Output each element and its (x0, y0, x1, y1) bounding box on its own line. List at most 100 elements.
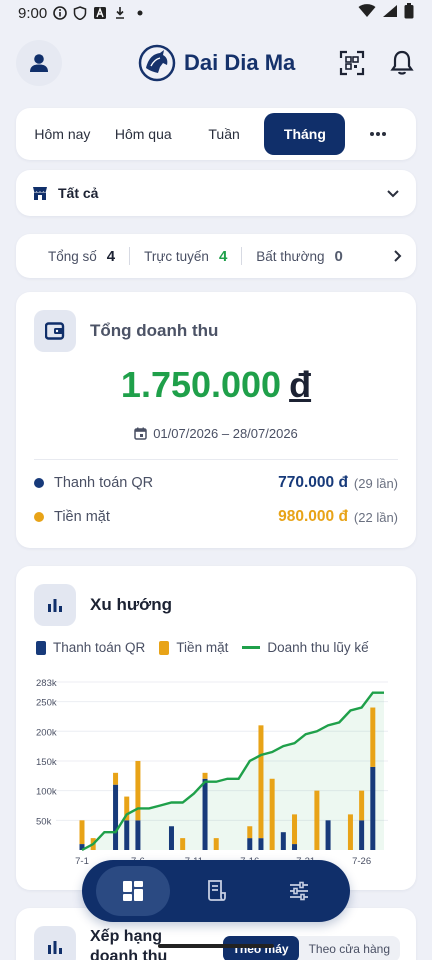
x-tick-label: 7-26 (352, 856, 371, 867)
nav-settings[interactable] (262, 866, 336, 916)
store-icon (33, 187, 47, 200)
divider (34, 459, 398, 460)
stat-online: Trực tuyến 4 (130, 248, 241, 265)
revenue-amount-value: 1.750.000 (120, 364, 282, 405)
bar-cash (247, 826, 253, 839)
wallet-icon-box (34, 310, 76, 352)
ranking-by-machine[interactable]: Theo máy (222, 936, 299, 960)
profile-button[interactable] (16, 40, 62, 86)
notifications-button[interactable] (388, 49, 416, 77)
revenue-row-label: Tiền mặt (54, 509, 110, 525)
bar-qr (135, 820, 141, 850)
qr-scan-button[interactable] (338, 49, 366, 77)
cash-dot (34, 512, 44, 522)
horse-logo-icon (138, 44, 176, 82)
legend-label: Thanh toán QR (53, 640, 146, 655)
bar-qr (370, 766, 376, 850)
signal-icon (382, 4, 398, 22)
chevron-right-icon[interactable] (392, 249, 402, 263)
revenue-row-label: Thanh toán QR (54, 475, 154, 491)
trend-card: Xu hướng Thanh toán QR Tiền mặt Doanh th… (16, 566, 416, 890)
battery-icon (404, 3, 414, 23)
bar-cash (135, 760, 141, 821)
trend-header: Xu hướng (34, 584, 172, 626)
ranking-icon-box (34, 926, 76, 960)
bar-cash (269, 778, 275, 850)
legend-item-cumulative[interactable]: Doanh thu lũy kế (242, 640, 369, 655)
legend-line (242, 646, 261, 649)
brand: Dai Dia Ma (138, 44, 295, 82)
nav-dashboard[interactable] (96, 866, 171, 916)
period-tabs: Hôm nay Hôm qua Tuần Tháng (16, 108, 416, 160)
tab-today[interactable]: Hôm nay (22, 113, 103, 155)
stat-abnormal-label: Bất thường (256, 248, 325, 264)
bar-qr (168, 826, 174, 850)
dashboard-icon (123, 881, 144, 901)
legend-item-cash[interactable]: Tiền mặt (159, 640, 228, 655)
y-tick-label: 250k (36, 698, 57, 709)
revenue-row-amount: 980.000 đ (278, 508, 348, 525)
sliders-icon (289, 881, 308, 901)
revenue-row-qr: Thanh toán QR 770.000 đ (29 lần) (34, 472, 398, 494)
brand-name: Dai Dia Ma (184, 50, 296, 75)
calendar-icon (134, 427, 147, 440)
chart-legend: Thanh toán QR Tiền mặt Doanh thu lũy kế (36, 640, 383, 655)
bar-qr (247, 838, 253, 850)
revenue-amount: 1.750.000 đ (16, 364, 416, 406)
trend-title: Xu hướng (90, 595, 172, 614)
revenue-row-cash: Tiền mặt 980.000 đ (22 lần) (34, 506, 398, 528)
user-icon (30, 54, 48, 72)
bar-cash (202, 772, 208, 779)
status-bar: 9:00 (0, 0, 432, 26)
y-tick-label: 100k (36, 787, 57, 798)
stat-online-value: 4 (218, 247, 228, 265)
store-select[interactable]: Tất cả (16, 170, 416, 216)
chart-icon-box (34, 584, 76, 626)
bar-cash (359, 790, 365, 821)
bar-chart-icon (48, 599, 62, 612)
qr-dot (34, 478, 44, 488)
ranking-by-store[interactable]: Theo cửa hàng (299, 936, 400, 960)
home-indicator (158, 944, 274, 948)
wifi-icon (358, 4, 376, 22)
date-range-text: 01/07/2026 – 28/07/2026 (153, 426, 298, 441)
more-tabs-button[interactable] (345, 113, 410, 155)
legend-label: Tiền mặt (176, 640, 229, 655)
stat-total: Tổng số 4 (34, 248, 129, 265)
nav-transactions[interactable] (179, 866, 253, 916)
y-tick-label: 283k (36, 678, 57, 689)
bell-icon (390, 50, 414, 75)
stat-online-label: Trực tuyến (144, 248, 209, 264)
ranking-chart-icon (48, 941, 62, 954)
wallet-icon (45, 322, 65, 340)
receipt-icon (208, 880, 226, 901)
font-icon (93, 6, 107, 20)
store-select-value: Tất cả (58, 185, 99, 201)
download-icon (113, 6, 127, 20)
ranking-toggle: Theo máy Theo cửa hàng (222, 936, 400, 960)
tab-month[interactable]: Tháng (264, 113, 346, 155)
bar-cash (370, 707, 376, 767)
notification-dot-icon (133, 6, 147, 20)
tab-yesterday[interactable]: Hôm qua (103, 113, 184, 155)
y-tick-label: 200k (36, 727, 57, 738)
legend-item-qr[interactable]: Thanh toán QR (36, 640, 145, 655)
stat-abnormal: Bất thường 0 (242, 248, 357, 265)
bar-qr (113, 784, 119, 850)
ranking-header: Xếp hạng doanh thu (34, 926, 170, 960)
legend-swatch (159, 640, 170, 655)
bar-cash (314, 790, 320, 850)
tab-week[interactable]: Tuần (184, 113, 265, 155)
stat-total-label: Tổng số (48, 248, 97, 264)
stat-total-value: 4 (106, 247, 116, 265)
app-header: Dai Dia Ma (16, 40, 416, 86)
y-tick-label: 150k (36, 757, 57, 768)
bar-qr (359, 820, 365, 850)
total-revenue-card: Tổng doanh thu 1.750.000 đ 01/07/2026 – 2… (16, 292, 416, 548)
bar-qr (325, 820, 331, 850)
y-tick-label: 50k (36, 816, 52, 827)
bar-cash (347, 814, 353, 850)
machine-stats[interactable]: Tổng số 4 Trực tuyến 4 Bất thường 0 (16, 234, 416, 278)
bar-cash (258, 725, 264, 839)
bar-qr (280, 832, 286, 850)
